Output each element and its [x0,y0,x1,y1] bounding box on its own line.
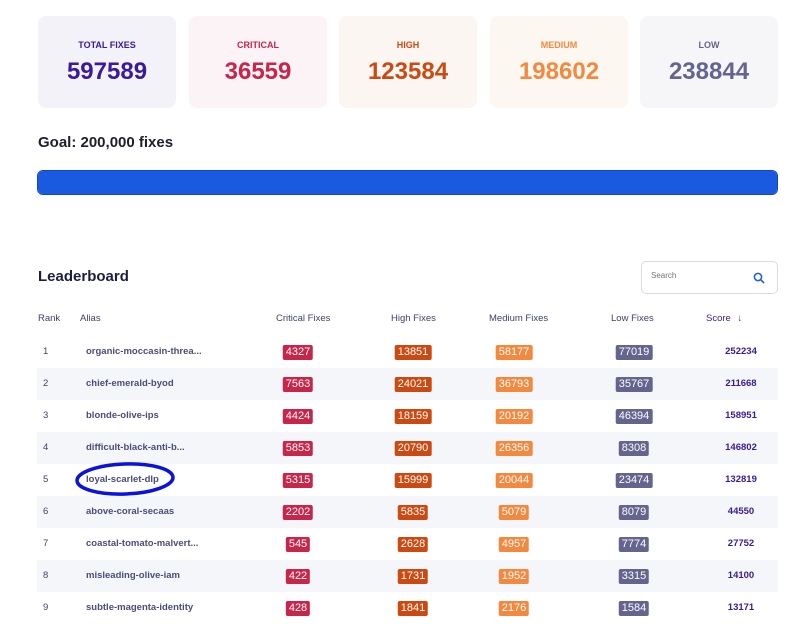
hand-drawn-circle-annotation [75,462,175,496]
